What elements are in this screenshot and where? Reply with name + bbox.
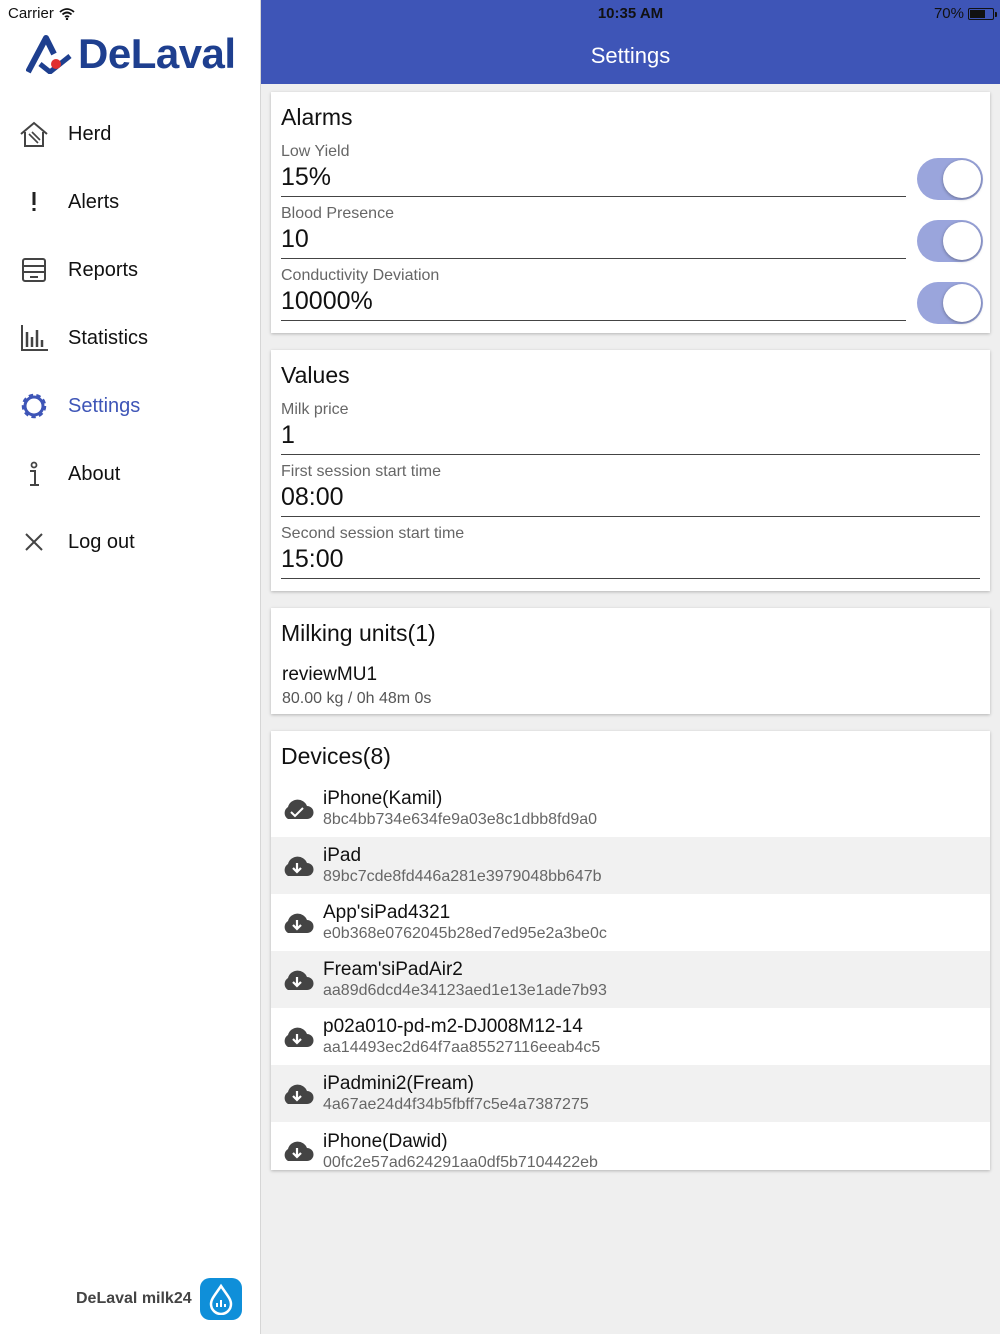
wifi-icon <box>59 7 75 20</box>
cloud-check-icon <box>271 797 323 821</box>
gear-icon <box>0 390 68 422</box>
devices-card: Devices(8) iPhone(Kamil) 8bc4bb734e634fe… <box>271 731 990 1170</box>
sidebar-item-logout[interactable]: Log out <box>0 508 260 576</box>
device-name: p02a010-pd-m2-DJ008M12-14 <box>323 1015 583 1037</box>
milking-unit-item[interactable]: reviewMU1 80.00 kg / 0h 48m 0s <box>282 664 431 708</box>
field-value[interactable]: 1 <box>281 421 980 450</box>
close-icon <box>0 526 68 558</box>
cloud-download-icon <box>271 911 323 935</box>
unit-meta: 80.00 kg / 0h 48m 0s <box>282 690 432 707</box>
field-value[interactable]: 10 <box>281 225 906 254</box>
sidebar-item-alerts[interactable]: Alerts <box>0 168 260 236</box>
cloud-download-icon <box>271 1025 323 1049</box>
sidebar-item-label: Statistics <box>68 326 149 349</box>
sidebar-item-about[interactable]: About <box>0 440 260 508</box>
device-row[interactable]: iPad 89bc7cde8fd446a281e3979048bb647b <box>271 837 990 894</box>
device-row[interactable]: Fream'siPadAir2 aa89d6dcd4e34123aed1e13e… <box>271 951 990 1008</box>
blood-presence-field[interactable]: Blood Presence 10 <box>281 205 906 259</box>
battery-icon <box>968 7 997 20</box>
device-id: 4a67ae24d4f34b5fbff7c5e4a7387275 <box>323 1095 589 1113</box>
carrier-label: Carrier <box>8 5 54 22</box>
device-id: 00fc2e57ad624291aa0df5b7104422eb <box>323 1154 598 1170</box>
device-row[interactable]: iPhone(Kamil) 8bc4bb734e634fe9a03e8c1dbb… <box>271 780 990 837</box>
logo-text: DeLaval <box>78 30 236 77</box>
header-bar: 10:35 AM 70% Settings <box>261 0 1000 84</box>
field-label: Milk price <box>281 401 349 418</box>
device-id: aa89d6dcd4e34123aed1e13e1ade7b93 <box>323 981 607 999</box>
main-content: 10:35 AM 70% Settings Alarms Low Yield 1… <box>261 0 1000 1334</box>
unit-name: reviewMU1 <box>282 664 378 685</box>
status-battery: 70% <box>933 5 997 22</box>
sidebar-item-settings[interactable]: Settings <box>0 372 260 440</box>
cloud-download-icon <box>271 1082 323 1106</box>
sidebar-item-label: Log out <box>68 530 135 553</box>
field-value[interactable]: 15:00 <box>281 545 980 574</box>
exclamation-icon <box>0 186 68 218</box>
values-card: Values Milk price 1 First session start … <box>271 350 990 591</box>
values-title: Values <box>281 362 350 388</box>
brand-footer: DeLaval milk24 <box>76 1278 242 1320</box>
sidebar-item-reports[interactable]: Reports <box>0 236 260 304</box>
status-time: 10:35 AM <box>597 5 664 22</box>
sidebar-item-herd[interactable]: Herd <box>0 100 260 168</box>
device-name: Fream'siPadAir2 <box>323 958 463 980</box>
sidebar-item-label: Alerts <box>68 190 120 213</box>
sidebar-item-label: Reports <box>68 258 139 281</box>
field-label: Low Yield <box>281 143 350 160</box>
delaval-logo-icon <box>26 35 72 74</box>
device-row[interactable]: App'siPad4321 e0b368e0762045b28ed7ed95e2… <box>271 894 990 951</box>
cloud-download-icon <box>271 968 323 992</box>
field-value[interactable]: 08:00 <box>281 483 980 512</box>
device-row[interactable]: p02a010-pd-m2-DJ008M12-14 aa14493ec2d64f… <box>271 1008 990 1065</box>
sidebar-item-statistics[interactable]: Statistics <box>0 304 260 372</box>
conductivity-deviation-toggle[interactable] <box>917 282 983 324</box>
milking-units-card: Milking units(1) reviewMU1 80.00 kg / 0h… <box>271 608 990 714</box>
herd-icon <box>0 118 68 150</box>
alarms-title: Alarms <box>281 104 353 130</box>
page-title: Settings <box>590 43 671 68</box>
alarms-card: Alarms Low Yield 15% Blood Presence 10 C… <box>271 92 990 333</box>
device-id: e0b368e0762045b28ed7ed95e2a3be0c <box>323 924 607 942</box>
conductivity-deviation-field[interactable]: Conductivity Deviation 10000% <box>281 267 906 321</box>
milking-units-title: Milking units(1) <box>281 620 436 646</box>
statistics-icon <box>0 322 68 354</box>
field-label: Blood Presence <box>281 205 394 222</box>
low-yield-toggle[interactable] <box>917 158 983 200</box>
cloud-download-icon <box>271 854 323 878</box>
device-name: iPhone(Kamil) <box>323 787 443 809</box>
device-name: App'siPad4321 <box>323 901 451 923</box>
device-row[interactable]: iPhone(Dawid) 00fc2e57ad624291aa0df5b710… <box>271 1122 990 1170</box>
device-name: iPadmini2(Fream) <box>323 1072 474 1094</box>
status-carrier: Carrier <box>8 5 75 22</box>
field-value[interactable]: 10000% <box>281 287 906 316</box>
sidebar-nav: Herd Alerts Reports Statistics Settings … <box>0 100 260 576</box>
device-row[interactable]: iPadmini2(Fream) 4a67ae24d4f34b5fbff7c5e… <box>271 1065 990 1122</box>
info-icon <box>0 458 68 490</box>
device-id: aa14493ec2d64f7aa85527116eeab4c5 <box>323 1038 601 1056</box>
field-value[interactable]: 15% <box>281 163 906 192</box>
sidebar-item-label: Herd <box>68 122 112 145</box>
brand-text: DeLaval milk24 <box>76 1290 192 1307</box>
device-name: iPad <box>323 844 362 866</box>
milk24-logo-icon <box>199 1278 242 1320</box>
field-label: First session start time <box>281 463 442 480</box>
field-label: Conductivity Deviation <box>281 267 440 284</box>
delaval-logo: DeLaval <box>26 30 236 78</box>
device-id: 8bc4bb734e634fe9a03e8c1dbb8fd9a0 <box>323 810 598 828</box>
blood-presence-toggle[interactable] <box>917 220 983 262</box>
field-label: Second session start time <box>281 525 465 542</box>
sidebar-item-label: Settings <box>68 394 141 417</box>
milk-price-field[interactable]: Milk price 1 <box>281 401 980 455</box>
battery-percent: 70% <box>933 5 964 22</box>
cloud-download-icon <box>271 1131 323 1163</box>
devices-title: Devices(8) <box>281 743 391 769</box>
reports-icon <box>0 254 68 286</box>
low-yield-field[interactable]: Low Yield 15% <box>281 143 906 197</box>
device-id: 89bc7cde8fd446a281e3979048bb647b <box>323 867 602 885</box>
first-session-field[interactable]: First session start time 08:00 <box>281 463 980 517</box>
sidebar: Carrier DeLaval Herd Alerts Reports Stat… <box>0 0 261 1334</box>
device-name: iPhone(Dawid) <box>323 1131 448 1152</box>
sidebar-item-label: About <box>68 462 121 485</box>
second-session-field[interactable]: Second session start time 15:00 <box>281 525 980 579</box>
